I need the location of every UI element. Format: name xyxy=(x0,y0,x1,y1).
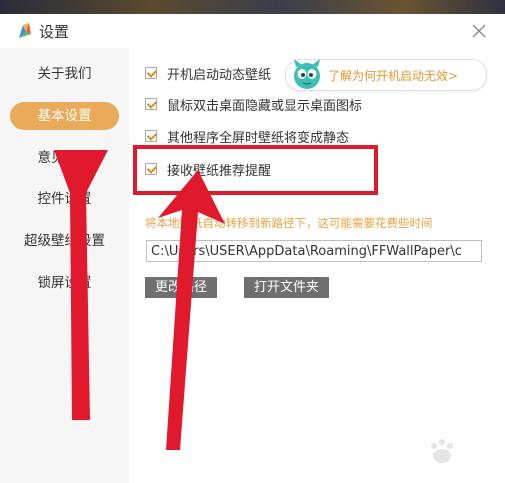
doubleclick-checkbox[interactable] xyxy=(145,98,157,110)
sidebar-item-about[interactable]: 关于我们 xyxy=(0,57,129,91)
option-autostart[interactable]: 开机启动动态壁纸 xyxy=(145,63,271,83)
sidebar-item-feedback[interactable]: 意见反馈 xyxy=(0,141,129,175)
background-strip xyxy=(0,0,505,14)
open-folder-button[interactable]: 打开文件夹 xyxy=(244,277,330,298)
settings-content: 开机启动动态壁纸 了解为何开机启动无效> 鼠标双击桌面隐藏或显示桌面图标 其他程… xyxy=(129,48,505,483)
fullscreen-checkbox[interactable] xyxy=(145,130,157,142)
sidebar-item-lockscreen[interactable]: 锁屏设置 xyxy=(0,266,129,300)
app-logo-icon xyxy=(19,23,31,38)
sidebar-item-widget-settings[interactable]: 控件设置 xyxy=(0,182,129,216)
option-fullscreen-static[interactable]: 其他程序全屏时壁纸将变成静态 xyxy=(145,126,349,146)
autostart-help-link[interactable]: 了解为何开机启动无效> xyxy=(285,59,487,91)
help-link-label: 了解为何开机启动无效> xyxy=(328,69,459,83)
storage-path-field[interactable]: C:\Users\USER\AppData\Roaming\FFWallPape… xyxy=(146,240,482,262)
title-bar: 设置 xyxy=(0,14,505,48)
option-label: 鼠标双击桌面隐藏或显示桌面图标 xyxy=(167,98,363,114)
option-label: 开机启动动态壁纸 xyxy=(167,67,272,83)
option-label: 其他程序全屏时壁纸将变成静态 xyxy=(167,130,350,146)
sidebar-item-super-wallpaper[interactable]: 超级壁纸设置 xyxy=(0,224,129,258)
baidu-watermark-logo xyxy=(431,439,453,463)
highlight-box xyxy=(133,145,378,195)
mascot-icon xyxy=(294,59,320,89)
close-button[interactable] xyxy=(468,20,490,42)
sidebar-item-basic-settings[interactable]: 基本设置 xyxy=(10,102,119,130)
option-doubleclick-hide-icons[interactable]: 鼠标双击桌面隐藏或显示桌面图标 xyxy=(145,94,362,114)
close-icon xyxy=(472,24,486,38)
storage-hint: 将本地壁纸自动转移到新路径下，这可能需要花费些时间 xyxy=(145,216,433,230)
window-title: 设置 xyxy=(39,23,70,41)
autostart-checkbox[interactable] xyxy=(145,67,157,79)
sidebar: 关于我们 基本设置 意见反馈 控件设置 超级壁纸设置 锁屏设置 xyxy=(0,48,129,483)
change-path-button[interactable]: 更改路径 xyxy=(145,277,218,298)
